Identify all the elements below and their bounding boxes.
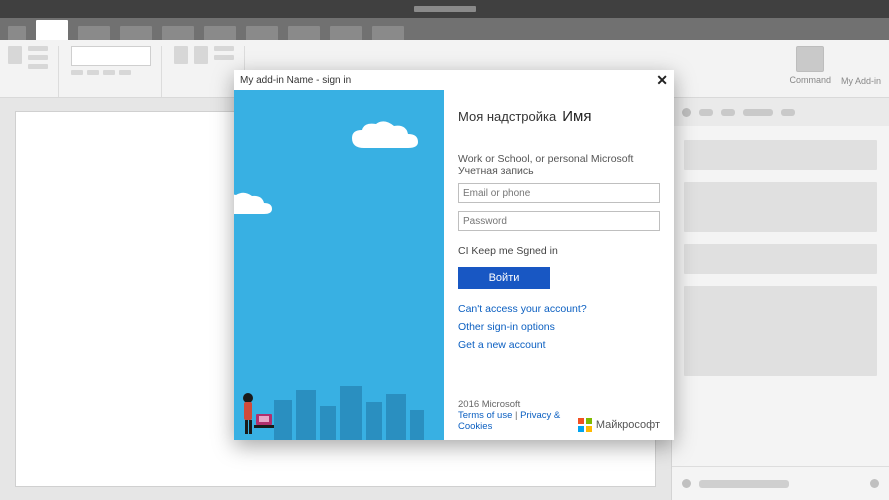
taskpane (671, 98, 889, 500)
tab-item[interactable] (162, 26, 194, 40)
ribbon-control[interactable] (103, 70, 115, 75)
cloud-icon (344, 120, 424, 156)
dialog-titlebar: My add-in Name - sign in ✕ (234, 70, 674, 90)
tab-item[interactable] (330, 26, 362, 40)
copyright-text: 2016 Microsoft (458, 399, 578, 410)
taskpane-footer-icon (870, 479, 879, 488)
microsoft-logo-icon (578, 418, 592, 432)
signin-dialog: My add-in Name - sign in ✕ (234, 70, 674, 440)
tab-item[interactable] (246, 26, 278, 40)
addin-button[interactable]: My Add-in (841, 46, 881, 86)
app-titlebar (0, 0, 889, 18)
ribbon-control[interactable] (214, 55, 234, 60)
taskpane-block (684, 140, 877, 170)
taskpane-block (684, 182, 877, 232)
ribbon-control[interactable] (28, 55, 48, 60)
ribbon-control[interactable] (71, 70, 83, 75)
ribbon-group (8, 46, 59, 97)
taskpane-footer (672, 466, 889, 500)
taskpane-block (684, 244, 877, 274)
ribbon-control[interactable] (28, 46, 48, 51)
ribbon-control[interactable] (28, 64, 48, 69)
command-label: Command (789, 75, 831, 85)
ribbon-font-input[interactable] (71, 46, 151, 66)
brand-prefix: Моя надстройка (458, 109, 556, 124)
taskpane-footer-bar (699, 480, 789, 488)
tab-item[interactable] (288, 26, 320, 40)
city-illustration (234, 380, 444, 440)
taskpane-footer-icon (682, 479, 691, 488)
ribbon-control[interactable] (87, 70, 99, 75)
command-icon (796, 46, 824, 72)
ribbon-control[interactable] (174, 46, 188, 64)
taskpane-header-pill (743, 109, 773, 116)
terms-link[interactable]: Terms of use (458, 410, 512, 421)
brand-name: Имя (562, 108, 591, 125)
command-button[interactable]: Command (789, 46, 831, 85)
ribbon-control[interactable] (214, 46, 234, 51)
account-type-label: Work or School, or personal Microsoft Уч… (458, 153, 660, 177)
taskpane-header-icon (682, 108, 691, 117)
microsoft-brand-text: Майкрософт (596, 419, 660, 431)
taskpane-header (672, 98, 889, 126)
dialog-title: My add-in Name - sign in (240, 75, 351, 86)
ribbon-group (71, 46, 162, 97)
dialog-graphic-panel (234, 90, 444, 440)
cloud-icon (234, 190, 280, 220)
ribbon-tabstrip (0, 18, 889, 40)
microsoft-brand: Майкрософт (578, 418, 660, 432)
ribbon-control[interactable] (194, 46, 208, 64)
other-signin-link[interactable]: Other sign-in options (458, 321, 660, 333)
signin-button[interactable]: Войти (458, 267, 550, 289)
addin-label: My Add-in (841, 76, 881, 86)
taskpane-block (684, 286, 877, 376)
taskpane-header-pill (721, 109, 735, 116)
taskpane-body (672, 126, 889, 466)
tab-item[interactable] (120, 26, 152, 40)
ribbon-control[interactable] (119, 70, 131, 75)
keep-signed-in-checkbox[interactable]: CI Keep me Sgned in (458, 245, 660, 257)
dialog-footer: 2016 Microsoft Terms of use | Privacy & … (458, 399, 660, 432)
new-account-link[interactable]: Get a new account (458, 339, 660, 351)
cant-access-link[interactable]: Can't access your account? (458, 303, 660, 315)
brand-row: Моя надстройка Имя (458, 108, 660, 125)
tab-item[interactable] (372, 26, 404, 40)
ribbon-right: Command My Add-in (789, 46, 881, 97)
dialog-body: Моя надстройка Имя Work or School, or pe… (234, 90, 674, 440)
dialog-form-panel: Моя надстройка Имя Work or School, or pe… (444, 90, 674, 440)
tab-active[interactable] (36, 20, 68, 40)
password-field[interactable] (458, 211, 660, 231)
tab-item[interactable] (204, 26, 236, 40)
email-field[interactable] (458, 183, 660, 203)
titlebar-placeholder (414, 6, 476, 12)
tab-item[interactable] (78, 26, 110, 40)
tab-file[interactable] (8, 26, 26, 40)
taskpane-header-pill (781, 109, 795, 116)
ribbon-control[interactable] (8, 46, 22, 64)
close-icon[interactable]: ✕ (656, 73, 668, 87)
taskpane-header-pill (699, 109, 713, 116)
footer-separator: | (512, 410, 520, 421)
